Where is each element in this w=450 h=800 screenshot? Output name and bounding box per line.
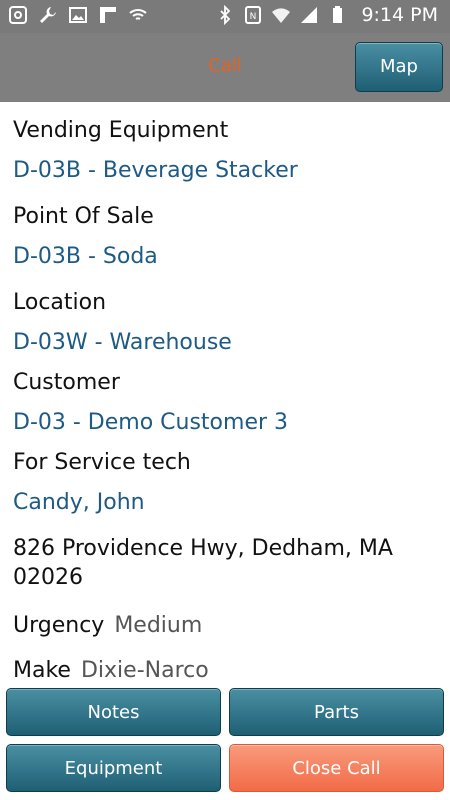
- location-link[interactable]: D-03W - Warehouse: [13, 330, 232, 355]
- make-row: Make Dixie-Narco: [13, 658, 209, 683]
- flipboard-icon: [100, 7, 116, 23]
- vending-equipment-link[interactable]: D-03B - Beverage Stacker: [13, 158, 298, 183]
- parts-button[interactable]: Parts: [229, 688, 444, 736]
- status-time: 9:14 PM: [361, 4, 438, 26]
- app-icon: [9, 6, 27, 24]
- urgency-value: Medium: [114, 613, 203, 638]
- wifi-icon: [272, 8, 291, 23]
- equipment-button[interactable]: Equipment: [6, 744, 221, 792]
- call-details: Vending Equipment D-03B - Beverage Stack…: [0, 102, 450, 687]
- battery-icon: [333, 6, 343, 23]
- make-label: Make: [13, 658, 71, 683]
- nfc-icon: N: [245, 6, 262, 24]
- action-bar: Notes Parts Equipment Close Call: [0, 687, 450, 800]
- point-of-sale-label: Point Of Sale: [13, 204, 154, 229]
- address-line1: 826 Providence Hwy, Dedham, MA: [13, 536, 393, 561]
- wifi-icon: [129, 9, 147, 20]
- urgency-row: Urgency Medium: [13, 613, 202, 638]
- map-button[interactable]: Map: [355, 42, 443, 92]
- title-bar: Call Map: [0, 33, 450, 102]
- signal-icon: [301, 7, 318, 23]
- location-label: Location: [13, 290, 107, 315]
- urgency-label: Urgency: [13, 613, 105, 638]
- make-value: Dixie-Narco: [80, 658, 209, 683]
- vending-equipment-label: Vending Equipment: [13, 118, 229, 143]
- customer-label: Customer: [13, 370, 120, 395]
- bluetooth-icon: [220, 5, 231, 25]
- address-line2: 02026: [13, 565, 83, 590]
- service-tech-label: For Service tech: [13, 450, 191, 475]
- customer-link[interactable]: D-03 - Demo Customer 3: [13, 410, 288, 435]
- wrench-icon: [40, 7, 56, 23]
- service-tech-link[interactable]: Candy, John: [13, 490, 145, 515]
- svg-text:N: N: [250, 12, 257, 22]
- image-icon: [69, 7, 87, 23]
- close-call-button[interactable]: Close Call: [229, 744, 444, 792]
- status-bar: N 9:14 PM: [0, 0, 450, 33]
- point-of-sale-link[interactable]: D-03B - Soda: [13, 244, 158, 269]
- notes-button[interactable]: Notes: [6, 688, 221, 736]
